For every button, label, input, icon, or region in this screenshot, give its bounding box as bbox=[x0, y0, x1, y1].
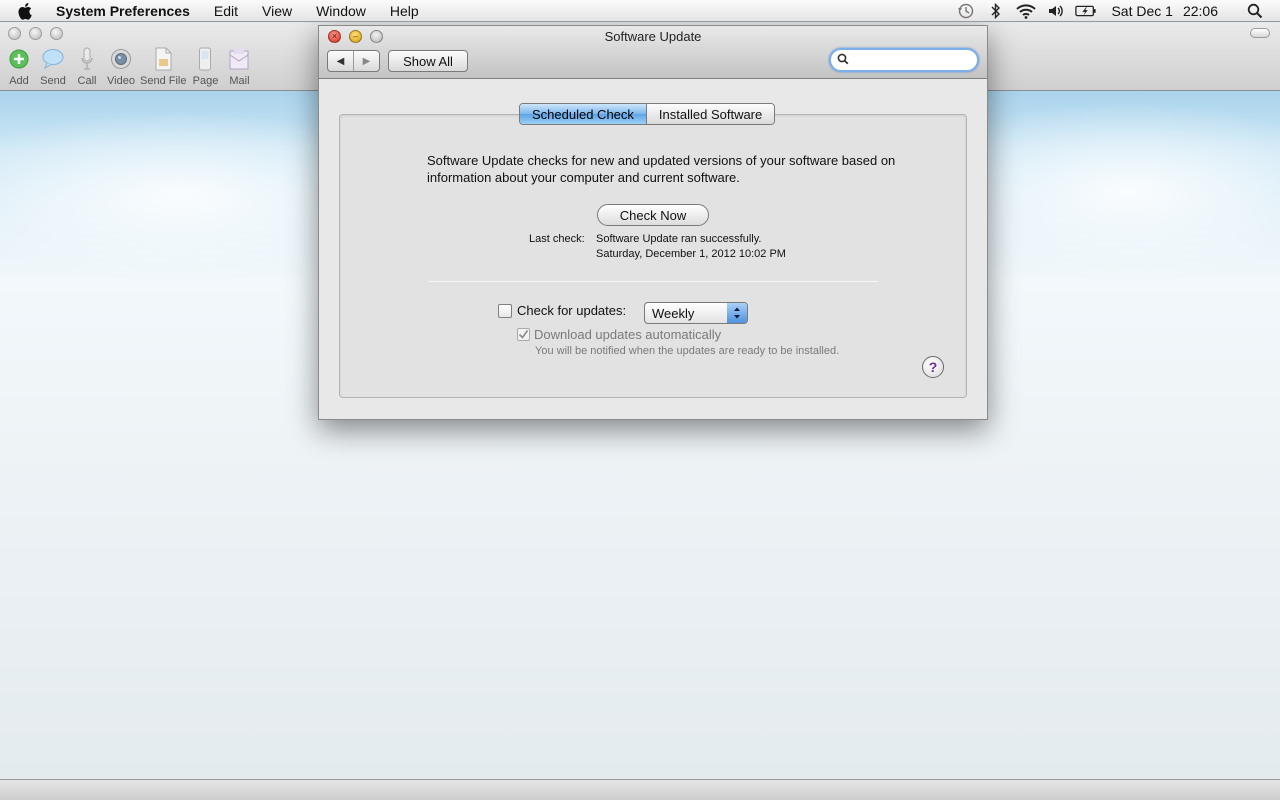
download-auto-note: You will be notified when the updates ar… bbox=[535, 345, 840, 357]
last-check-label: Last check: bbox=[529, 233, 585, 245]
checkmark-icon bbox=[518, 330, 529, 339]
minimize-button[interactable]: – bbox=[349, 30, 362, 43]
search-field[interactable] bbox=[829, 48, 979, 72]
window-controls: × – bbox=[328, 30, 383, 43]
forward-arrow-icon: ▶ bbox=[362, 55, 371, 67]
toolbar-toggle-button[interactable] bbox=[1250, 28, 1270, 38]
help-button[interactable]: ? bbox=[922, 356, 944, 378]
check-now-button[interactable]: Check Now bbox=[597, 204, 709, 226]
background-status-bar bbox=[0, 779, 1280, 800]
section-divider bbox=[428, 281, 878, 282]
tool-mail-label: Mail bbox=[229, 75, 250, 87]
frequency-popup[interactable]: Weekly bbox=[644, 302, 748, 324]
window-titlebar: Software Update × – ◀ ▶ Show All bbox=[319, 26, 987, 79]
file-icon bbox=[151, 47, 175, 71]
spotlight-icon[interactable] bbox=[1244, 0, 1266, 22]
back-button[interactable]: ◀ bbox=[328, 51, 353, 71]
tool-page-label: Page bbox=[192, 75, 219, 87]
tool-call[interactable]: Call bbox=[72, 47, 102, 87]
clock-time: 22:06 bbox=[1182, 3, 1218, 19]
download-auto-row: Download updates automatically bbox=[517, 327, 721, 342]
phone-icon bbox=[193, 47, 217, 71]
bg-zoom-button[interactable] bbox=[50, 27, 63, 40]
tool-video[interactable]: Video bbox=[106, 47, 136, 87]
time-machine-icon[interactable] bbox=[955, 0, 977, 22]
tool-send-file[interactable]: Send File bbox=[140, 47, 186, 87]
tab-control: Scheduled Check Installed Software bbox=[519, 103, 776, 125]
menu-window[interactable]: Window bbox=[304, 0, 378, 22]
tool-send-label: Send bbox=[40, 75, 66, 87]
last-check-info: Last check: Software Update ran successf… bbox=[529, 232, 786, 262]
menu-help[interactable]: Help bbox=[378, 0, 431, 22]
help-icon: ? bbox=[928, 359, 938, 375]
menu-clock[interactable]: Sat Dec 1 22:06 bbox=[1111, 3, 1228, 19]
menu-app-name[interactable]: System Preferences bbox=[54, 0, 202, 22]
check-for-updates-row: Check for updates: bbox=[498, 303, 626, 318]
check-for-updates-label[interactable]: Check for updates: bbox=[517, 303, 626, 318]
last-check-status: Software Update ran successfully. bbox=[596, 233, 762, 245]
tool-add[interactable]: Add bbox=[4, 47, 34, 87]
tab-installed-software[interactable]: Installed Software bbox=[645, 104, 775, 124]
menu-edit[interactable]: Edit bbox=[202, 0, 250, 22]
volume-icon[interactable] bbox=[1045, 0, 1067, 22]
frequency-value: Weekly bbox=[652, 305, 695, 321]
tool-mail[interactable]: Mail bbox=[224, 47, 254, 87]
status-area: Sat Dec 1 22:06 bbox=[951, 0, 1280, 22]
tool-send[interactable]: Send bbox=[38, 47, 68, 87]
check-for-updates-checkbox[interactable] bbox=[498, 303, 512, 318]
close-button[interactable]: × bbox=[328, 30, 341, 43]
window-title: Software Update bbox=[604, 29, 702, 44]
show-all-button[interactable]: Show All bbox=[388, 50, 468, 72]
tool-add-label: Add bbox=[9, 75, 29, 87]
zoom-button[interactable] bbox=[370, 30, 383, 43]
popup-arrows-icon bbox=[727, 303, 747, 323]
wifi-icon[interactable] bbox=[1015, 0, 1037, 22]
tool-page[interactable]: Page bbox=[190, 47, 220, 87]
minimize-icon: – bbox=[352, 31, 358, 41]
microphone-icon bbox=[75, 47, 99, 71]
menu-view[interactable]: View bbox=[250, 0, 304, 22]
background-tools: Add Send Call Video Send File Page Mail bbox=[4, 47, 258, 87]
chat-bubble-icon bbox=[41, 47, 65, 71]
background-window-controls bbox=[8, 27, 63, 40]
forward-button[interactable]: ▶ bbox=[353, 51, 379, 71]
clock-date: Sat Dec 1 bbox=[1111, 3, 1173, 19]
menu-bar: System Preferences Edit View Window Help… bbox=[0, 0, 1280, 22]
tool-send-file-label: Send File bbox=[140, 75, 187, 87]
tool-video-label: Video bbox=[107, 75, 135, 87]
description-text: Software Update checks for new and updat… bbox=[427, 153, 896, 185]
software-update-window: Software Update × – ◀ ▶ Show All Schedul… bbox=[318, 25, 988, 420]
last-check-details: Software Update ran successfully. Saturd… bbox=[596, 232, 786, 262]
battery-icon[interactable] bbox=[1075, 0, 1097, 22]
search-input[interactable] bbox=[853, 53, 963, 67]
bg-close-button[interactable] bbox=[8, 27, 21, 40]
last-check-date: Saturday, December 1, 2012 10:02 PM bbox=[596, 248, 786, 260]
tab-scheduled-check[interactable]: Scheduled Check bbox=[520, 104, 646, 124]
video-icon bbox=[109, 47, 133, 71]
tool-call-label: Call bbox=[77, 75, 97, 87]
bg-minimize-button[interactable] bbox=[29, 27, 42, 40]
search-icon bbox=[837, 53, 849, 68]
mail-icon bbox=[227, 47, 251, 71]
back-arrow-icon: ◀ bbox=[336, 55, 345, 67]
add-icon bbox=[7, 47, 31, 71]
close-icon: × bbox=[331, 31, 338, 41]
bluetooth-icon[interactable] bbox=[985, 0, 1007, 22]
download-auto-checkbox[interactable] bbox=[517, 328, 530, 341]
download-auto-label[interactable]: Download updates automatically bbox=[534, 327, 721, 342]
back-forward-control: ◀ ▶ bbox=[327, 50, 380, 72]
apple-menu-icon[interactable] bbox=[18, 2, 38, 20]
